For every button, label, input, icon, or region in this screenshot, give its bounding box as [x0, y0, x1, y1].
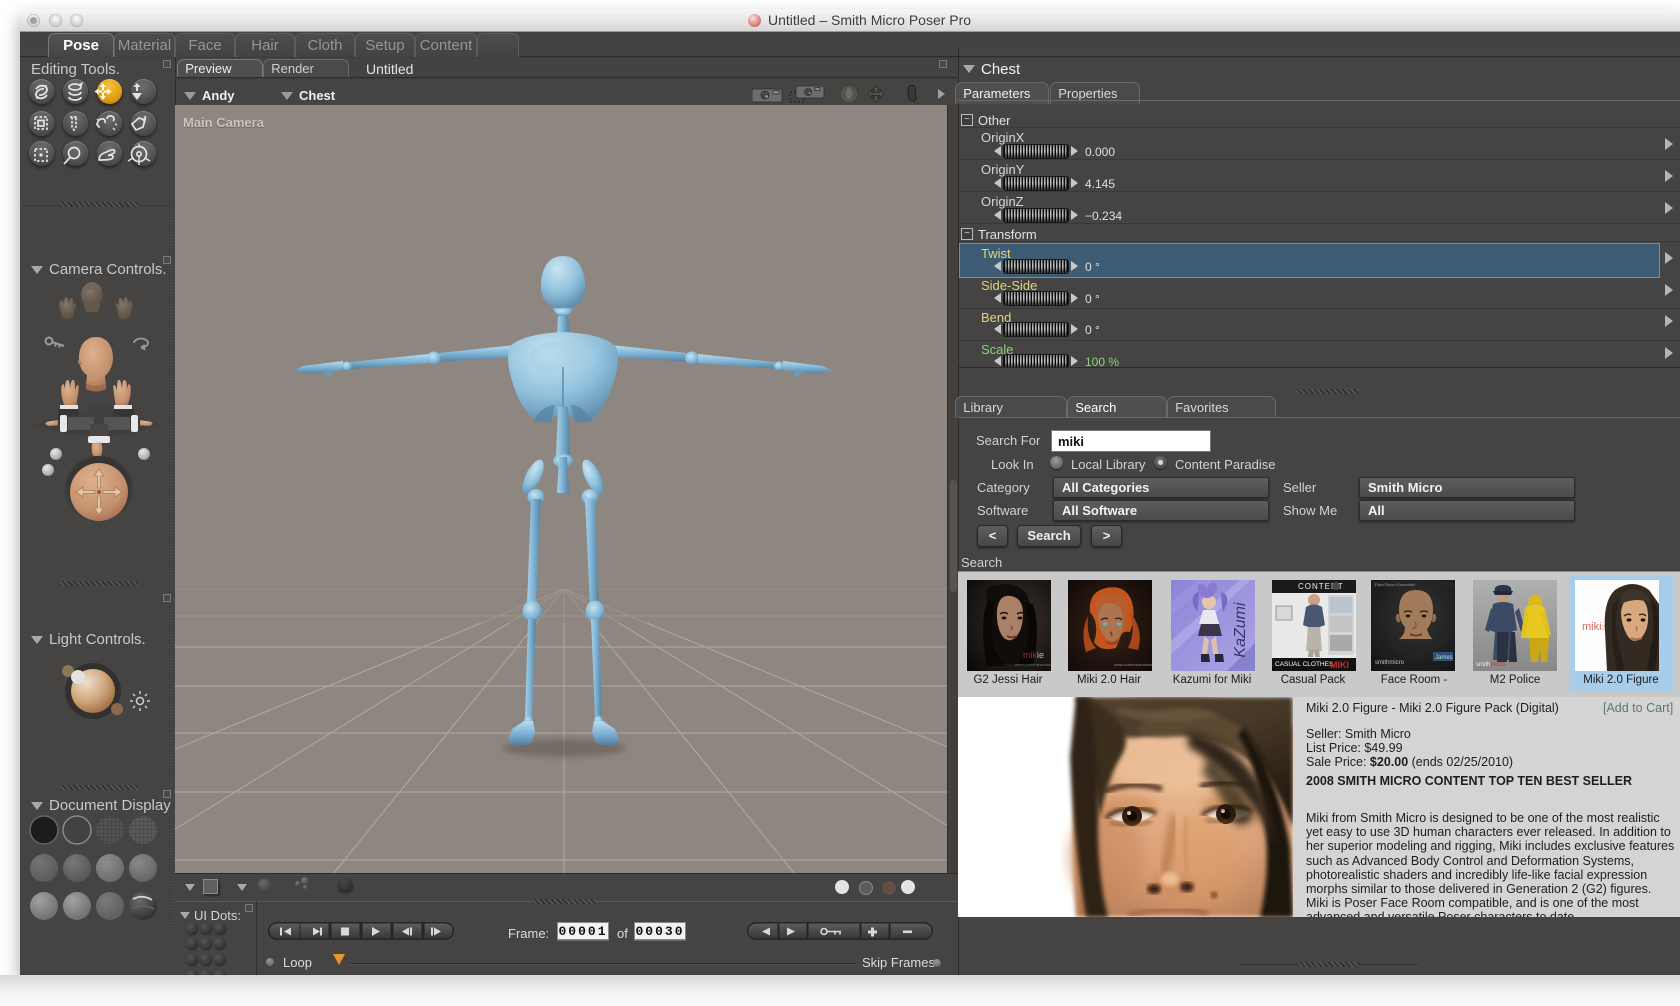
- svg-text:MIKI: MIKI: [1330, 660, 1349, 670]
- svg-text:KaZumi: KaZumi: [1232, 602, 1249, 658]
- svg-text:CASUAL CLOTHES: CASUAL CLOTHES: [1275, 661, 1334, 668]
- svg-text:www.contentparadise.com: www.contentparadise.com: [1114, 662, 1152, 667]
- svg-text:smithmicro: smithmicro: [1476, 662, 1506, 668]
